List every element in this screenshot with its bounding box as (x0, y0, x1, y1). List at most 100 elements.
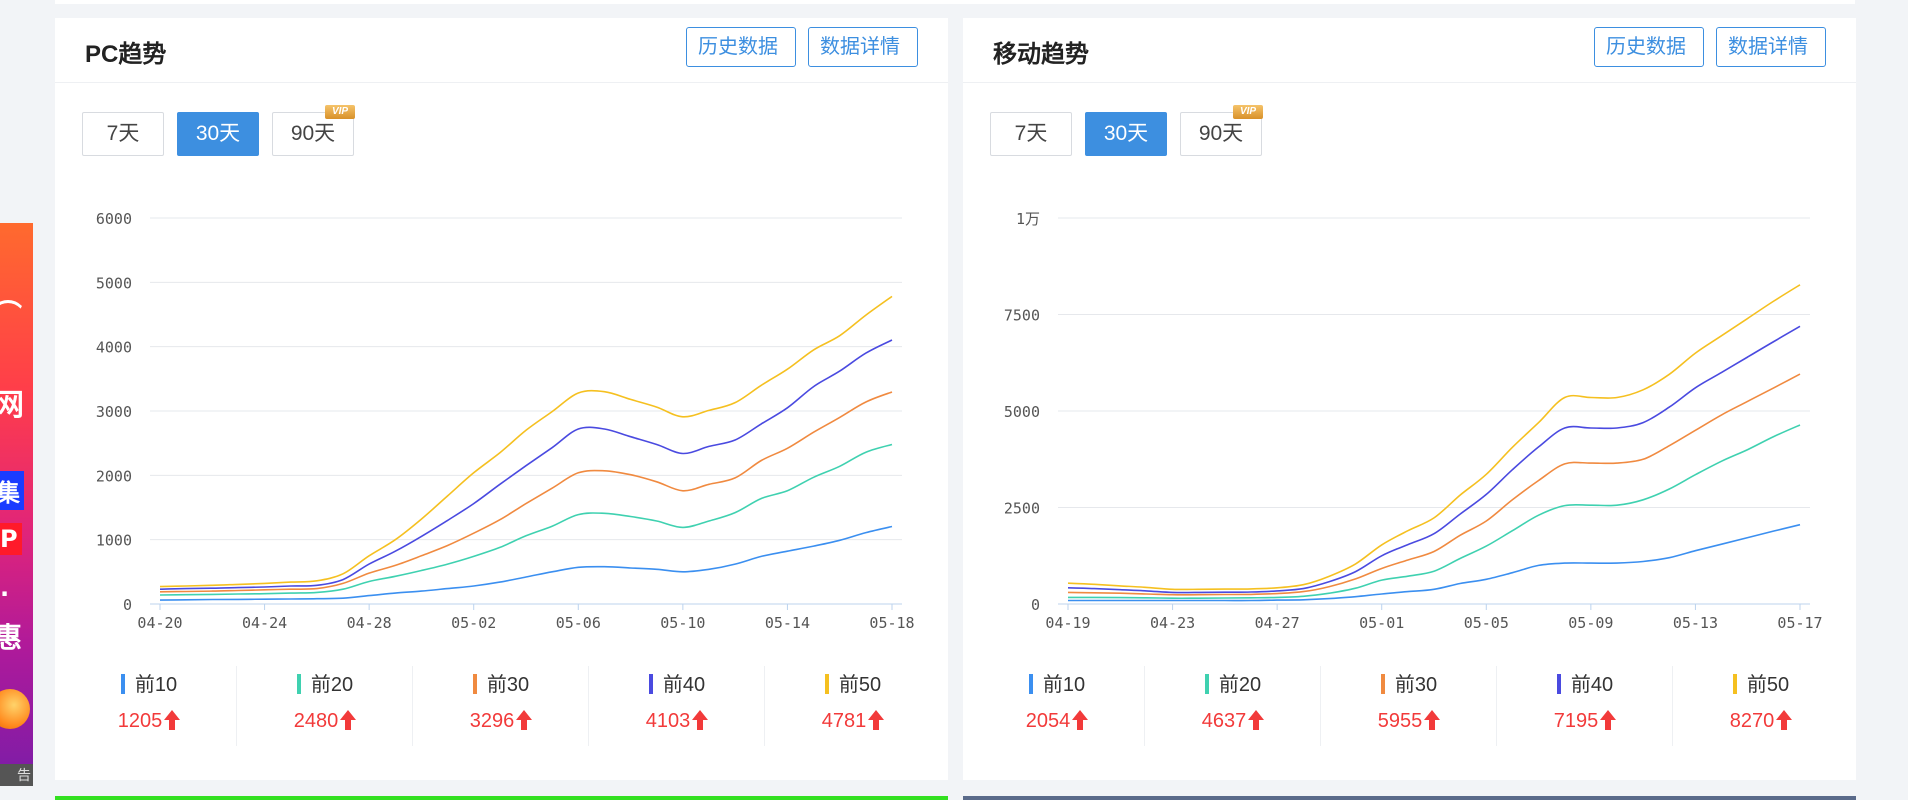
legend-value-text: 7195 (1553, 710, 1599, 732)
y-tick-label: 5000 (1004, 403, 1040, 421)
legend-label-text: 前30 (1394, 674, 1438, 696)
up-arrow-icon (1424, 710, 1441, 730)
legend-value-text: 4103 (645, 710, 691, 732)
x-tick-label: 05-06 (556, 614, 601, 632)
x-tick-label: 05-02 (451, 614, 496, 632)
tab-label: 90天 (290, 122, 336, 145)
y-tick-label: 4000 (96, 339, 132, 357)
legend-item[interactable]: 前20 2480 (237, 658, 413, 748)
legend-label: 前20 (237, 668, 413, 697)
legend-color-swatch (1028, 674, 1033, 694)
legend-item[interactable]: 前40 7195 (1497, 658, 1673, 748)
legend-color-swatch (120, 674, 125, 694)
y-tick-label: 2500 (1004, 500, 1040, 518)
tab-7-days[interactable]: 7天 (990, 112, 1072, 156)
card-header: 移动趋势 历史数据 数据详情 (963, 18, 1856, 83)
legend-value: 5955 (1321, 710, 1497, 733)
legend-color-swatch (648, 674, 653, 694)
y-tick-label: 2000 (96, 467, 132, 485)
x-tick-label: 04-24 (242, 614, 287, 632)
series-line-5 (1067, 284, 1801, 591)
legend-label-text: 前40 (662, 674, 706, 696)
x-tick-label: 05-09 (1568, 614, 1613, 632)
tab-label: 7天 (1014, 122, 1048, 145)
legend-label-text: 前10 (1042, 674, 1086, 696)
x-tick-label: 04-20 (137, 614, 182, 632)
ad-glyph: 网 (0, 388, 24, 423)
legend-item[interactable]: 前10 2054 (969, 658, 1145, 748)
tab-7-days[interactable]: 7天 (82, 112, 164, 156)
up-arrow-icon (164, 710, 181, 730)
legend-item[interactable]: 前20 4637 (1145, 658, 1321, 748)
x-tick-label: 04-23 (1150, 614, 1195, 632)
ad-glyph: · (0, 580, 10, 608)
legend-color-swatch (296, 674, 301, 694)
legend-label-text: 前20 (1218, 674, 1262, 696)
data-detail-button[interactable]: 数据详情 (808, 27, 918, 67)
card-header: PC趋势 历史数据 数据详情 (55, 18, 948, 83)
legend-label: 前30 (1321, 668, 1497, 697)
legend-color-swatch (824, 674, 829, 694)
next-card-strip (963, 796, 1856, 800)
legend-item[interactable]: 前40 4103 (589, 658, 765, 748)
ad-label: 告 (0, 764, 33, 786)
legend-color-swatch (1204, 674, 1209, 694)
up-arrow-icon (1600, 710, 1617, 730)
legend-label-text: 前30 (486, 674, 530, 696)
legend-color-swatch (472, 674, 477, 694)
up-arrow-icon (1776, 710, 1793, 730)
legend-label: 前40 (589, 668, 765, 697)
up-arrow-icon (692, 710, 709, 730)
tab-label: 90天 (1198, 122, 1244, 145)
side-ad-banner[interactable]: ⌒ 网 集 P · 惠 告 (0, 223, 33, 786)
legend-item[interactable]: 前30 5955 (1321, 658, 1497, 748)
tab-90-days[interactable]: 90天 VIP (1180, 105, 1263, 156)
tab-90-days[interactable]: 90天 VIP (272, 105, 355, 156)
tab-30-days[interactable]: 30天 (1085, 112, 1167, 156)
tab-30-days[interactable]: 30天 (177, 112, 259, 156)
tab-label: 30天 (1103, 122, 1149, 145)
y-tick-label: 0 (123, 596, 132, 614)
tab-label: 30天 (195, 122, 241, 145)
x-tick-label: 04-27 (1255, 614, 1300, 632)
legend-color-swatch (1380, 674, 1385, 694)
legend-value: 2480 (237, 710, 413, 733)
legend-value: 7195 (1497, 710, 1673, 733)
legend-value: 2054 (969, 710, 1145, 733)
x-tick-label: 05-14 (765, 614, 810, 632)
legend-label-text: 前50 (1746, 674, 1790, 696)
ad-glyph: 集 (0, 471, 24, 510)
history-data-button[interactable]: 历史数据 (1594, 27, 1704, 67)
legend-label: 前50 (1673, 668, 1849, 697)
legend-item[interactable]: 前30 3296 (413, 658, 589, 748)
x-tick-label: 04-19 (1045, 614, 1090, 632)
ad-glyph: 惠 (0, 621, 23, 654)
legend-label: 前20 (1145, 668, 1321, 697)
legend-value: 4637 (1145, 710, 1321, 733)
legend-label-text: 前50 (838, 674, 882, 696)
legend-item[interactable]: 前10 1205 (61, 658, 237, 748)
legend-item[interactable]: 前50 8270 (1673, 658, 1849, 748)
x-tick-label: 05-10 (660, 614, 705, 632)
legend-value-text: 8270 (1729, 710, 1775, 732)
legend-label-text: 前10 (134, 674, 178, 696)
up-arrow-icon (340, 710, 357, 730)
history-data-button[interactable]: 历史数据 (686, 27, 796, 67)
y-tick-label: 5000 (96, 274, 132, 292)
vip-badge: VIP (1233, 105, 1263, 119)
legend-label-text: 前20 (310, 674, 354, 696)
series-line-5 (159, 295, 893, 588)
legend-label: 前10 (969, 668, 1145, 697)
legend-label: 前40 (1497, 668, 1673, 697)
up-arrow-icon (868, 710, 885, 730)
legend-value-text: 3296 (469, 710, 515, 732)
ad-glyph: P (0, 523, 22, 555)
legend-item[interactable]: 前50 4781 (765, 658, 941, 748)
next-card-strip (55, 796, 948, 800)
x-tick-label: 04-28 (347, 614, 392, 632)
legend-value-text: 4637 (1201, 710, 1247, 732)
data-detail-button[interactable]: 数据详情 (1716, 27, 1826, 67)
x-tick-label: 05-05 (1464, 614, 1509, 632)
legend-value-text: 2480 (293, 710, 339, 732)
legend-label-text: 前40 (1570, 674, 1614, 696)
